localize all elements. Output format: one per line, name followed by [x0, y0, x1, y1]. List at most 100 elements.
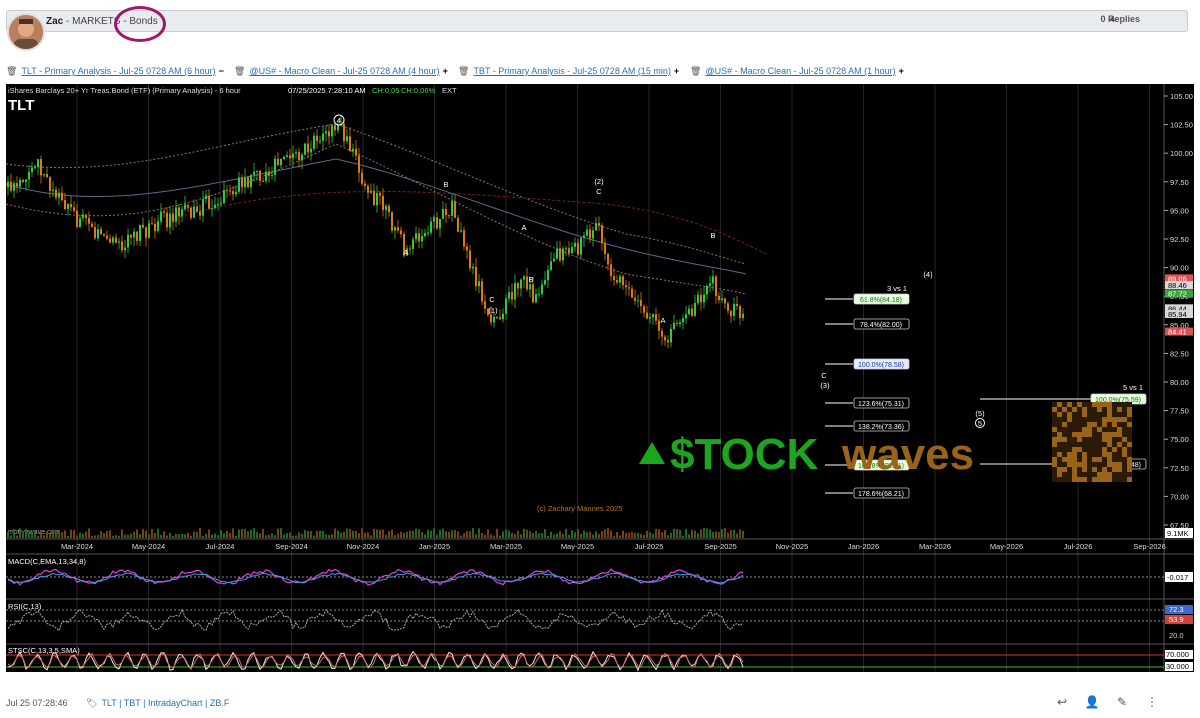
candle-body — [382, 195, 384, 210]
volume-bar — [469, 531, 471, 538]
chart-link[interactable]: 🗑 @US# - Macro Clean - Jul-25 0728 AM (4 … — [234, 66, 448, 77]
candle-body — [211, 207, 213, 209]
candle-body — [352, 148, 354, 152]
add-user-icon[interactable]: 👤 — [1084, 694, 1100, 710]
qr-cell — [1117, 417, 1122, 422]
candle-body — [130, 234, 132, 238]
volume-bar — [742, 530, 744, 538]
volume-bar — [709, 529, 711, 538]
volume-bar — [472, 528, 474, 538]
chart-link[interactable]: 🗑 @US# - Macro Clean - Jul-25 0728 AM (1 … — [690, 66, 904, 77]
qr-cell — [1062, 467, 1067, 472]
reply-icon[interactable]: ↩ — [1054, 694, 1070, 710]
volume-bar — [301, 533, 303, 538]
collapse-toggle[interactable]: − — [219, 66, 224, 76]
volume-bar — [100, 531, 102, 538]
tag-link[interactable]: TBT — [124, 698, 141, 708]
volume-bar — [124, 534, 126, 538]
trash-icon[interactable]: 🗑 — [690, 66, 701, 76]
qr-cell — [1102, 472, 1107, 477]
volume-bar — [499, 535, 501, 538]
candle-body — [82, 214, 84, 219]
candle-body — [202, 199, 204, 216]
qr-cell — [1097, 457, 1102, 462]
tag-link[interactable]: IntradayChart — [148, 698, 203, 708]
candle-body — [316, 135, 318, 142]
qr-cell — [1117, 442, 1122, 447]
volume-bar — [421, 532, 423, 538]
volume-bar — [133, 531, 135, 538]
wave-label: B — [710, 231, 715, 240]
reply-count[interactable]: 0 Replies — [1100, 14, 1140, 24]
chart-link[interactable]: 🗑 TBT - Primary Analysis - Jul-25 0728 AM… — [458, 66, 679, 77]
candle-body — [259, 170, 261, 181]
candle-body — [283, 156, 285, 160]
post-footer: Jul 25 07:28:46 🏷 TLT | TBT | IntradayCha… — [6, 694, 1194, 712]
candle-body — [481, 281, 483, 302]
volume-bar — [397, 533, 399, 538]
candle-body — [457, 217, 459, 232]
tag-link[interactable]: ZB.F — [210, 698, 230, 708]
candle-body — [43, 173, 45, 176]
candle-body — [328, 131, 330, 137]
candle-body — [697, 294, 699, 304]
volume-bar — [394, 534, 396, 538]
chart-link-label[interactable]: @US# - Macro Clean - Jul-25 0728 AM (4 h… — [249, 66, 439, 76]
chart-image[interactable]: iShares Barclays 20+ Yr Treas.Bond (ETF)… — [5, 84, 1194, 672]
volume-bar — [436, 534, 438, 538]
candle-body — [580, 237, 582, 255]
date-tick-label: Sep-2024 — [275, 542, 308, 551]
volume-bar — [367, 532, 369, 538]
candle-body — [205, 195, 207, 200]
volume-bar — [637, 532, 639, 538]
macd-value: -0.017 — [1167, 573, 1188, 582]
candle-body — [439, 218, 441, 229]
qr-cell — [1127, 462, 1132, 467]
qr-cell — [1077, 477, 1082, 482]
tag-link[interactable]: TLT — [101, 698, 116, 708]
candle-body — [109, 238, 111, 243]
trash-icon[interactable]: 🗑 — [458, 66, 469, 76]
trash-icon[interactable]: 🗑 — [6, 66, 17, 76]
candle-body — [379, 192, 381, 196]
price-tag-value: 84.41 — [1168, 328, 1187, 337]
candle-body — [91, 223, 93, 227]
price-tick-label: 100.00 — [1170, 149, 1193, 158]
candle-body — [64, 200, 66, 209]
volume-bar — [490, 534, 492, 538]
edit-icon[interactable]: ✎ — [1114, 694, 1130, 710]
candle-body — [703, 294, 705, 303]
expand-toggle[interactable]: + — [443, 66, 448, 76]
volume-bar — [58, 530, 60, 538]
qr-cell — [1082, 462, 1087, 467]
expand-toggle[interactable]: + — [899, 66, 904, 76]
candle-body — [289, 155, 291, 159]
avatar[interactable] — [7, 13, 45, 51]
qr-cell — [1057, 412, 1062, 417]
qr-cell — [1092, 402, 1097, 407]
candle-body — [292, 153, 294, 159]
volume-bar — [640, 534, 642, 538]
volume-bar — [76, 535, 78, 538]
volume-bar — [448, 531, 450, 538]
candle-body — [19, 179, 21, 187]
qr-cell — [1107, 417, 1112, 422]
volume-bar — [136, 529, 138, 538]
post-author[interactable]: Zac — [46, 16, 63, 27]
more-icon[interactable]: ⋮ — [1144, 694, 1160, 710]
candle-body — [31, 167, 33, 172]
candle-body — [361, 172, 363, 184]
qr-cell — [1072, 477, 1077, 482]
trash-icon[interactable]: 🗑 — [234, 66, 245, 76]
expand-toggle[interactable]: + — [674, 66, 679, 76]
chart-link-label[interactable]: TLT - Primary Analysis - Jul-25 0728 AM … — [21, 66, 215, 76]
chart-link-label[interactable]: TBT - Primary Analysis - Jul-25 0728 AM … — [473, 66, 670, 76]
volume-bar — [25, 528, 27, 538]
volume-bar — [127, 534, 129, 538]
volume-bar — [685, 529, 687, 538]
volume-bar — [232, 528, 234, 538]
chart-datetime: 07/25/2025 7:28:10 AM — [288, 86, 366, 95]
fib-header: 5 vs 1 — [1123, 383, 1143, 392]
chart-link[interactable]: 🗑 TLT - Primary Analysis - Jul-25 0728 AM… — [6, 66, 224, 77]
chart-link-label[interactable]: @US# - Macro Clean - Jul-25 0728 AM (1 h… — [705, 66, 895, 76]
